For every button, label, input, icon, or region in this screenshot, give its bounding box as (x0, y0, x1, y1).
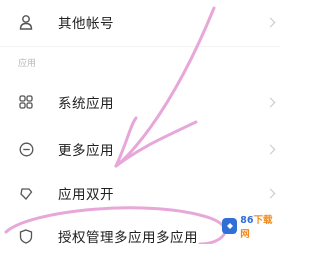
clone-icon (18, 185, 34, 201)
row-other-accounts[interactable]: 其他帐号 (0, 2, 280, 42)
chevron-right-icon (265, 17, 276, 27)
grid-icon (18, 94, 34, 110)
shield-icon (18, 228, 34, 244)
chevron-right-icon (265, 188, 276, 198)
person-icon (18, 14, 34, 30)
row-more-apps[interactable]: 更多应用 (0, 129, 280, 169)
row-app-clone[interactable]: 应用双开 (0, 173, 280, 213)
watermark: 86下载网 (222, 212, 280, 240)
row-label: 应用双开 (58, 187, 114, 203)
watermark-text: 86下载网 (240, 212, 280, 240)
watermark-number: 86 (240, 215, 254, 226)
row-label: 授权管理多应用多应用 (58, 230, 198, 246)
chevron-right-icon (265, 144, 276, 154)
settings-screen: 其他帐号 应用 系统应用 更多应用 应用双开 授权管理多应用多应用 (0, 0, 280, 246)
minus-circle-icon (18, 141, 34, 157)
row-label: 系统应用 (58, 96, 114, 112)
row-system-apps[interactable]: 系统应用 (0, 82, 280, 122)
row-label: 其他帐号 (58, 16, 114, 32)
row-label: 更多应用 (58, 143, 114, 159)
chevron-right-icon (265, 97, 276, 107)
divider (0, 46, 280, 47)
logo-icon (222, 218, 238, 234)
section-label: 应用 (18, 59, 37, 69)
